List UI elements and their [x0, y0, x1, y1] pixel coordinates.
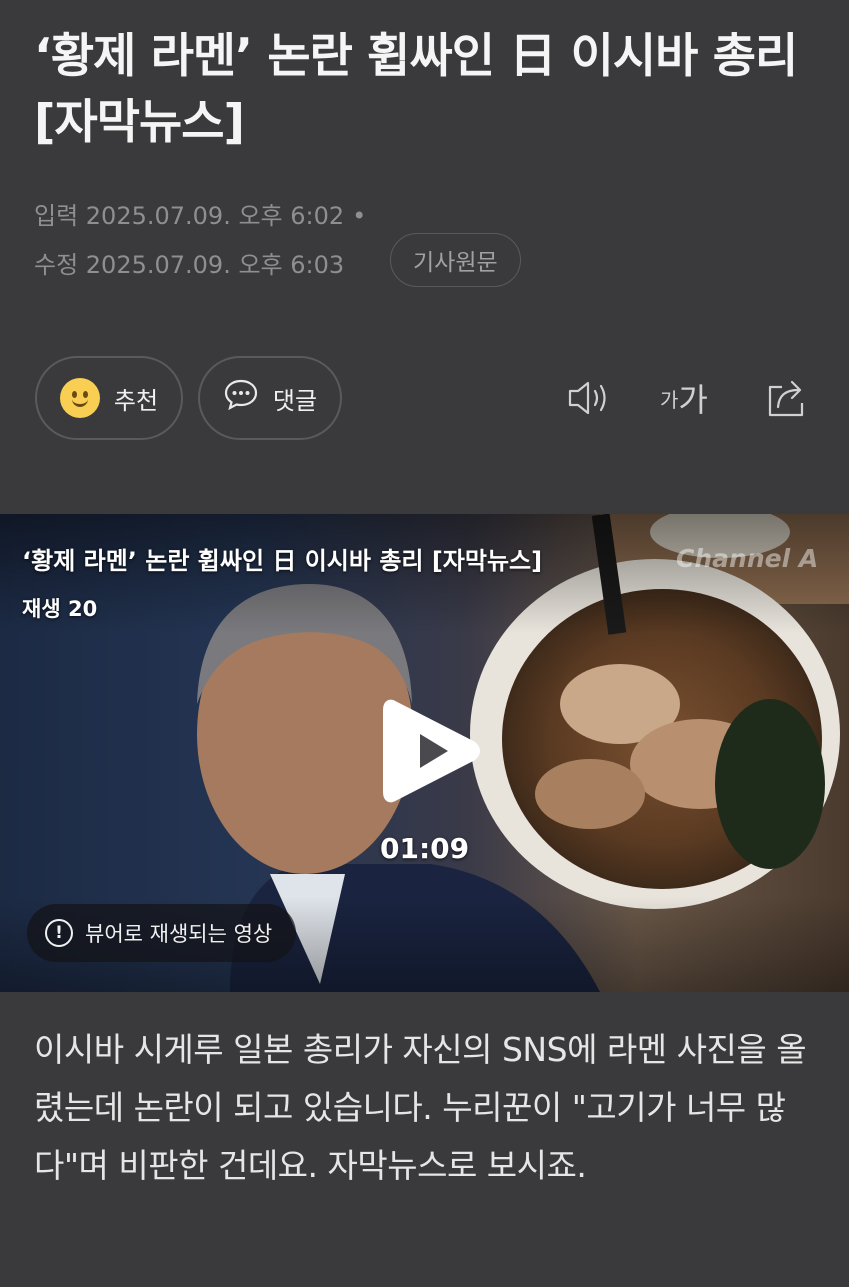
comment-button[interactable]: 댓글 [198, 356, 342, 440]
input-timestamp: 입력 2025.07.09. 오후 6:02 • [34, 196, 366, 231]
play-icon[interactable] [380, 696, 480, 806]
viewer-notice-text: 뷰어로 재생되는 영상 [85, 922, 273, 946]
recommend-button[interactable]: 추천 [35, 356, 183, 440]
view-count: 재생 20 [22, 597, 98, 621]
smiley-icon [59, 378, 100, 418]
article-body: 이시바 시게루 일본 총리가 자신의 SNS에 라멘 사진을 올렸는데 논란이 … [34, 1030, 807, 1185]
font-size-small: 가 [660, 387, 679, 412]
info-icon: ! [45, 919, 73, 947]
article-page: ‘황제 라멘’ 논란 휩싸인 日 이시바 총리 [자막뉴스] 입력 2025.0… [0, 0, 849, 1287]
font-size-icon[interactable]: 가가 [660, 376, 708, 420]
meta-separator: • [352, 202, 367, 230]
comment-label: 댓글 [272, 386, 318, 415]
recommend-label: 추천 [113, 386, 159, 415]
speech-bubble-icon [223, 378, 259, 418]
input-time-text: 입력 2025.07.09. 오후 6:02 [34, 202, 345, 230]
video-title: ‘황제 라멘’ 논란 휩싸인 日 이시바 총리 [자막뉴스] [22, 547, 543, 575]
video-duration: 01:09 [380, 832, 470, 865]
edit-timestamp: 수정 2025.07.09. 오후 6:03 [34, 251, 345, 279]
video-player[interactable]: ‘황제 라멘’ 논란 휩싸인 日 이시바 총리 [자막뉴스] Channel A… [0, 514, 849, 992]
share-icon[interactable] [764, 376, 810, 420]
font-size-large: 가 [678, 381, 708, 419]
speaker-icon[interactable] [566, 376, 612, 420]
article-headline: ‘황제 라멘’ 논란 휩싸인 日 이시바 총리 [자막뉴스] [34, 29, 798, 150]
original-article-button[interactable]: 기사원문 [390, 233, 521, 287]
viewer-notice-badge: ! 뷰어로 재생되는 영상 [27, 904, 297, 962]
channel-logo: Channel A [676, 544, 819, 573]
